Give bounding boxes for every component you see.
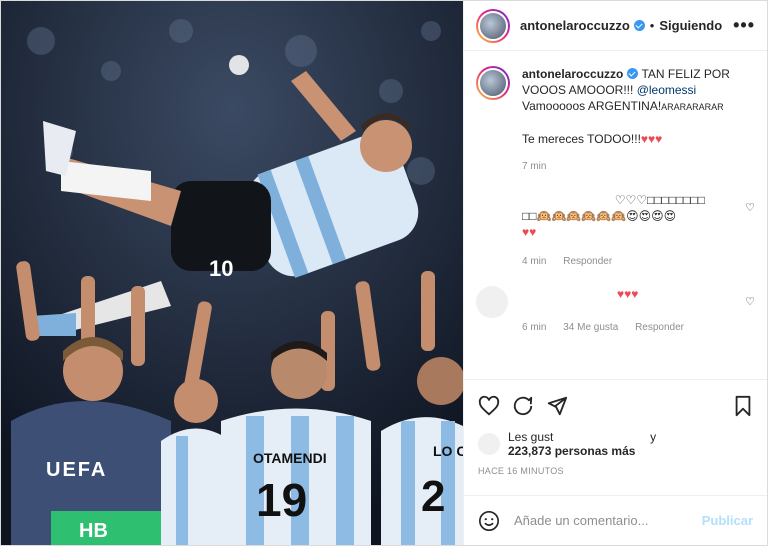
caption-username[interactable]: antonelaroccuzzo xyxy=(522,67,623,81)
like-comment-heart-icon[interactable]: ♡ xyxy=(745,200,755,216)
caption: antonelaroccuzzo TAN FELIZ POR VOOOS AMO… xyxy=(476,66,755,172)
post-header: antonelaroccuzzo • Siguiendo ••• xyxy=(464,1,767,51)
verified-icon xyxy=(633,20,645,31)
comment-hearts: ♥♥ xyxy=(522,225,537,239)
caption-hearts: ♥♥♥ xyxy=(640,132,663,146)
reply-button[interactable]: Responder xyxy=(635,322,684,333)
comment-hearts: ♥♥♥ xyxy=(617,287,639,301)
comment-meta: 4 min Responder xyxy=(522,254,755,270)
caption-text: antonelaroccuzzo TAN FELIZ POR VOOOS AMO… xyxy=(522,66,742,147)
post-dialog: 10 UEFA HB OTAMENDI 19 LO C 2 antonelaro… xyxy=(0,0,768,546)
bib-text: HB xyxy=(79,520,108,542)
publish-button[interactable]: Publicar xyxy=(702,513,753,528)
author-username[interactable]: antonelaroccuzzo xyxy=(520,18,630,33)
mention-link[interactable]: @leomessi xyxy=(637,83,697,97)
comment-time: 6 min xyxy=(522,322,547,333)
lifted-player-number: 10 xyxy=(209,256,233,281)
otamendi-name: OTAMENDI xyxy=(253,450,327,466)
likes-summary[interactable]: Les gust y 223,873 personas más xyxy=(478,430,753,458)
like-heart-icon[interactable] xyxy=(478,395,500,417)
caption-meta: 7 min xyxy=(522,161,742,172)
author-avatar[interactable] xyxy=(476,8,510,43)
emoji-smiley-icon[interactable] xyxy=(478,510,500,532)
more-options-icon[interactable]: ••• xyxy=(733,15,755,36)
likes-count[interactable]: 223,873 personas más xyxy=(508,444,635,458)
share-send-icon[interactable] xyxy=(546,395,568,417)
save-bookmark-icon[interactable] xyxy=(733,395,753,417)
post-timestamp: HACE 16 MINUTOS xyxy=(478,466,564,476)
post-actions: Les gust y 223,873 personas más HACE 16 … xyxy=(464,379,767,476)
post-photo-illustration: 10 UEFA HB OTAMENDI 19 LO C 2 xyxy=(1,1,463,545)
comment-composer: Publicar xyxy=(464,495,767,545)
right-player-number: 2 xyxy=(421,472,445,521)
comment-input[interactable] xyxy=(514,513,702,528)
caption-line-2: Vamooooos ARGENTINA! xyxy=(522,99,662,113)
commenter-avatar[interactable] xyxy=(476,286,508,318)
uefa-badge-text: UEFA xyxy=(46,459,107,481)
liker-avatar xyxy=(478,433,500,455)
separator-dot: • xyxy=(649,18,655,33)
likes-prefix: Les gust xyxy=(508,430,554,444)
post-side-panel: antonelaroccuzzo • Siguiendo ••• antonel… xyxy=(463,1,767,545)
caption-line-2-small: ARARARARAR xyxy=(661,102,724,112)
post-photo[interactable]: 10 UEFA HB OTAMENDI 19 LO C 2 xyxy=(1,1,463,545)
comment-likes[interactable]: 34 Me gusta xyxy=(563,322,618,333)
likes-suffix: y xyxy=(650,430,657,444)
like-comment-heart-icon[interactable]: ♡ xyxy=(745,294,755,310)
comment-line-2: □□🙉🙉🙉🙉🙉🙉😍😍😍😍 xyxy=(522,209,677,223)
verified-icon xyxy=(627,68,639,79)
comment-line-1: ♡♡♡□□□□□□□□ xyxy=(614,193,705,207)
comment-item: ♡♡♡□□□□□□□□ □□🙉🙉🙉🙉🙉🙉😍😍😍😍 ♥♥ ♡ 4 min Resp… xyxy=(476,192,755,270)
comment-bubble-icon[interactable] xyxy=(512,395,534,417)
following-button[interactable]: Siguiendo xyxy=(659,18,722,33)
comments-list[interactable]: antonelaroccuzzo TAN FELIZ POR VOOOS AMO… xyxy=(464,52,767,377)
caption-time: 7 min xyxy=(522,161,547,172)
comment-time: 4 min xyxy=(522,256,547,267)
caption-line-3: Te mereces TODOO!!! xyxy=(522,132,641,146)
comment-meta: 6 min 34 Me gusta Responder xyxy=(522,320,755,336)
otamendi-number: 19 xyxy=(256,474,307,526)
caption-avatar[interactable] xyxy=(476,66,510,100)
right-player-name: LO C xyxy=(433,443,463,459)
action-icons xyxy=(478,392,753,420)
reply-button[interactable]: Responder xyxy=(563,256,612,267)
comment-item: ♥♥♥ ♡ 6 min 34 Me gusta Responder xyxy=(476,286,755,336)
